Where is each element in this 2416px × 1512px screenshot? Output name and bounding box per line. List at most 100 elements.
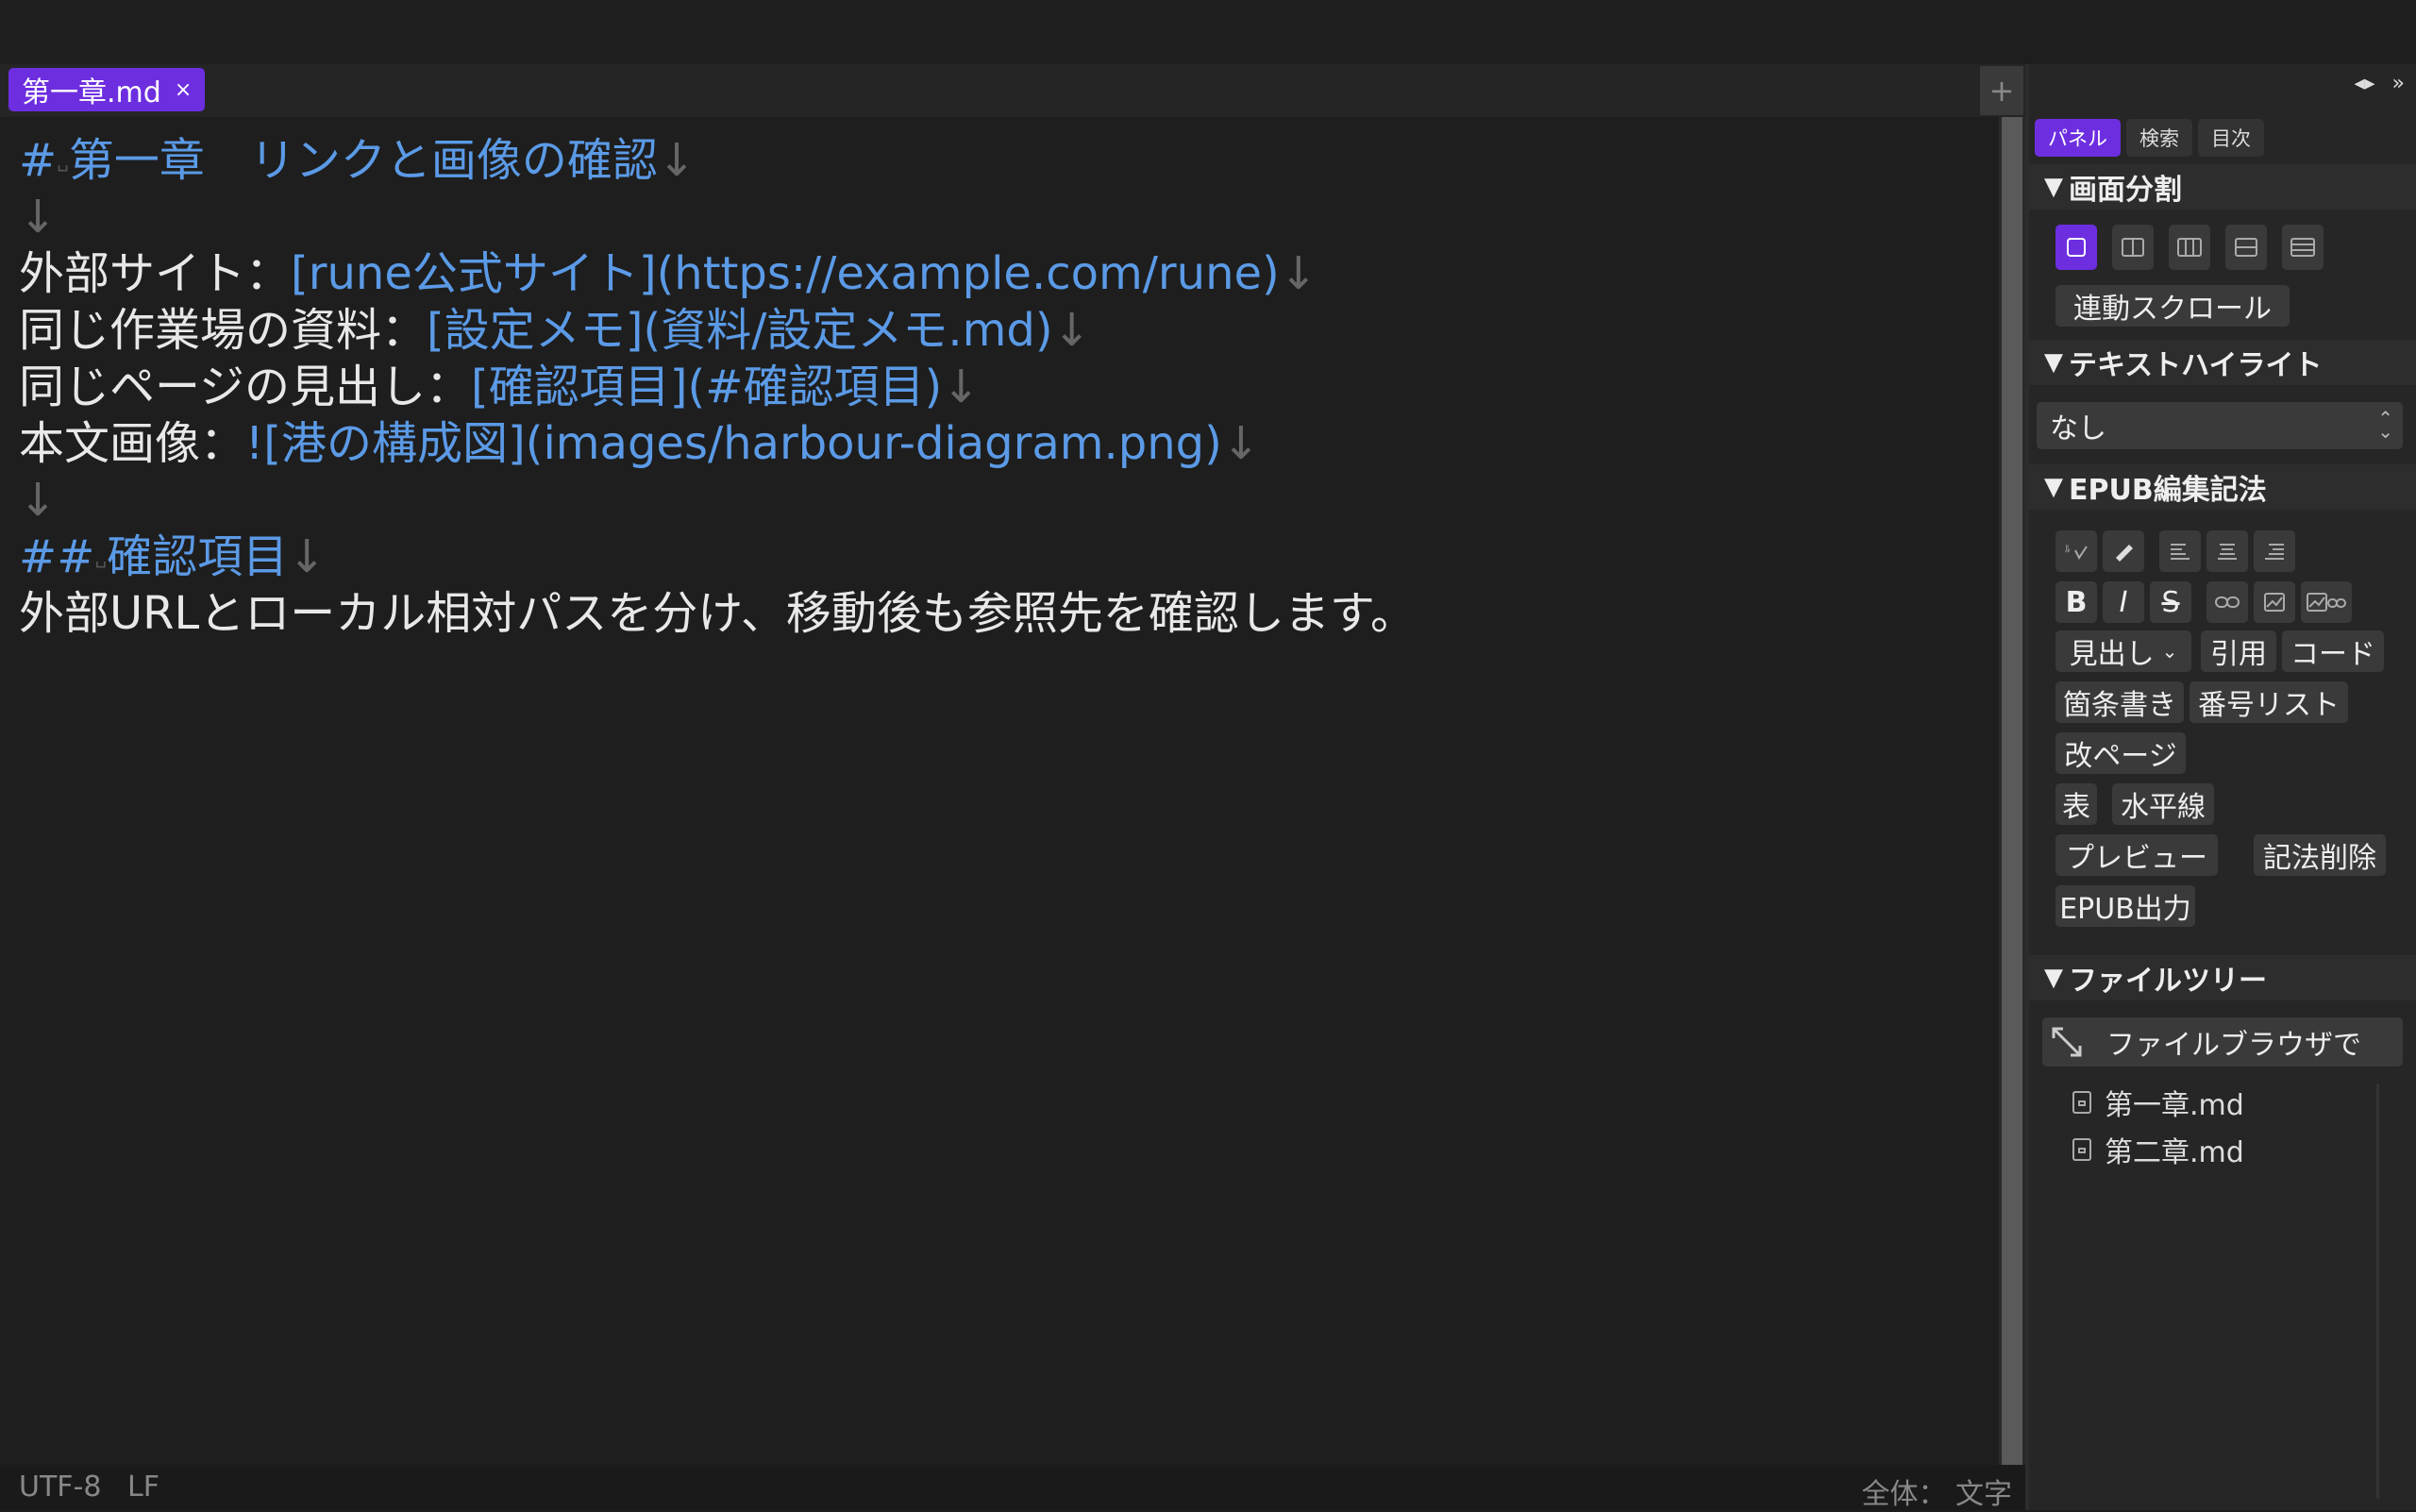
return-marker: ↓ (19, 474, 58, 527)
file-name: 第二章.md (2105, 1136, 2244, 1169)
horizontal-rule-button[interactable]: 水平線 (2112, 783, 2214, 825)
tab-chapter1[interactable]: 第一章.md × (8, 68, 206, 111)
align-right-icon (2265, 544, 2284, 560)
three-column-icon (2177, 238, 2202, 257)
collapse-triangle-icon: ▼ (2044, 173, 2063, 201)
editor-line: 外部URLとローカル相対パスを分け、移動後も参照先を確認します。 (19, 585, 1416, 642)
line-text: 同じ作業場の資料： (19, 304, 428, 357)
italic-button[interactable]: I (2103, 581, 2144, 623)
heading-dropdown[interactable]: 見出し ⌄ (2055, 630, 2191, 672)
return-marker: ↓ (288, 530, 327, 583)
editor-area[interactable]: #␣第一章 リンクと画像の確認↓ ↓ 外部サイト：[rune公式サイト](htt… (0, 117, 1999, 1465)
epub-export-button[interactable]: EPUB出力 (2055, 885, 2195, 927)
expand-arrows-icon (2052, 1027, 2082, 1057)
strike-button[interactable]: S (2150, 581, 2191, 623)
align-left-button[interactable] (2159, 530, 2201, 572)
link-button[interactable] (2206, 581, 2248, 623)
tab-search[interactable]: 検索 (2126, 119, 2192, 157)
split-horizontal2-button[interactable] (2225, 225, 2267, 270)
char-count: 全体： 文字 (1861, 1478, 2012, 1511)
side-panel: ◂▸ » パネル 検索 目次 ▼ 画面分割 連動スクロール ▼ テキストハイライト … (2029, 64, 2416, 1510)
line-text: 外部URLとローカル相対パスを分け、移動後も参照先を確認します。 (19, 587, 1417, 640)
ruby-button[interactable]: ﾙ (2055, 530, 2097, 572)
align-right-button[interactable] (2254, 530, 2295, 572)
svg-text:ﾙ: ﾙ (2065, 543, 2071, 555)
return-marker: ↓ (942, 361, 981, 413)
align-left-icon (2171, 544, 2190, 560)
link-markup[interactable]: [確認項目](#確認項目) (471, 361, 942, 413)
two-row-icon (2235, 238, 2257, 257)
heading-mark: ## (19, 530, 95, 583)
chevron-down-icon: ⌄ (2161, 640, 2178, 663)
new-tab-button[interactable]: + (1980, 66, 2023, 115)
ruby-icon: ﾙ (2065, 543, 2088, 560)
link-markup[interactable]: [rune公式サイト](https://example.com/rune) (291, 247, 1280, 300)
file-tree-item[interactable]: 第一章.md (2072, 1082, 2244, 1123)
editor-line: 同じページの見出し：[確認項目](#確認項目)↓ (19, 359, 980, 415)
collapse-triangle-icon: ▼ (2044, 473, 2063, 501)
close-icon[interactable]: × (175, 78, 192, 102)
align-center-icon (2218, 544, 2237, 560)
editor-line: ↓ (19, 189, 57, 245)
tab-panel[interactable]: パネル (2035, 119, 2121, 157)
bullet-list-button[interactable]: 箇条書き (2055, 681, 2184, 723)
preview-button[interactable]: プレビュー (2055, 834, 2218, 876)
file-icon (2072, 1091, 2091, 1114)
section-title: ファイルツリー (2069, 965, 2267, 998)
eol-indicator[interactable]: LF (127, 1470, 159, 1504)
page-break-button[interactable]: 改ページ (2055, 732, 2186, 774)
open-file-browser-label: ファイルブラウザで (2106, 1029, 2361, 1062)
file-tree-item[interactable]: 第二章.md (2072, 1129, 2244, 1170)
return-marker: ↓ (1279, 247, 1317, 300)
return-marker: ↓ (19, 191, 58, 244)
split-vertical3-button[interactable] (2169, 225, 2210, 270)
numbered-list-button[interactable]: 番号リスト (2190, 681, 2348, 723)
quote-button[interactable]: 引用 (2201, 630, 2276, 672)
editor-line: #␣第一章 リンクと画像の確認↓ (19, 132, 696, 189)
image-markup[interactable]: ![港の構成図](images/harbour-diagram.png) (245, 417, 1222, 470)
open-file-browser-button[interactable]: ファイルブラウザで (2042, 1017, 2403, 1067)
image-button[interactable] (2254, 581, 2295, 623)
code-button[interactable]: コード (2282, 630, 2384, 672)
collapse-triangle-icon: ▼ (2044, 964, 2063, 992)
three-row-icon (2290, 238, 2315, 257)
space-marker: ␣ (57, 149, 69, 172)
section-epub-header[interactable]: ▼ EPUB編集記法 (2029, 464, 2416, 510)
two-column-icon (2122, 238, 2144, 257)
align-center-button[interactable] (2206, 530, 2248, 572)
marker-icon (2116, 545, 2133, 562)
highlight-select[interactable]: なし ⌃ ⌄ (2037, 402, 2403, 449)
split-horizontal3-button[interactable] (2282, 225, 2324, 270)
tab-toc[interactable]: 目次 (2198, 119, 2264, 157)
link-markup[interactable]: [設定メモ](資料/設定メモ.md) (427, 304, 1053, 357)
file-name: 第一章.md (2105, 1089, 2244, 1122)
collapse-triangle-icon: ▼ (2044, 348, 2063, 377)
editor-scrollbar-thumb[interactable] (2002, 117, 2022, 1465)
sync-scroll-button[interactable]: 連動スクロール (2055, 285, 2290, 327)
split-vertical2-button[interactable] (2112, 225, 2154, 270)
return-marker: ↓ (657, 134, 696, 187)
bold-button[interactable]: B (2055, 581, 2097, 623)
table-button[interactable]: 表 (2055, 783, 2097, 825)
emphasis-button[interactable] (2103, 530, 2144, 572)
tree-scrollbar[interactable] (2376, 1084, 2379, 1499)
panel-swap-icon[interactable]: ◂▸ (2354, 72, 2374, 95)
split-single-button[interactable] (2055, 225, 2097, 270)
encoding-indicator[interactable]: UTF-8 (19, 1470, 101, 1504)
section-split-header[interactable]: ▼ 画面分割 (2029, 164, 2416, 210)
editor-line: ##␣確認項目↓ (19, 529, 326, 585)
editor-line: 同じ作業場の資料：[設定メモ](資料/設定メモ.md)↓ (19, 302, 1091, 359)
heading-text: 確認項目 (107, 530, 289, 583)
panel-collapse-icon[interactable]: » (2392, 72, 2405, 95)
section-highlight-header[interactable]: ▼ テキストハイライト (2029, 340, 2416, 385)
line-text: 外部サイト： (19, 247, 292, 300)
tab-label: 第一章.md (22, 76, 161, 109)
window-titlebar (0, 0, 2416, 64)
clear-markup-button[interactable]: 記法削除 (2254, 834, 2386, 876)
updown-chevron-icon: ⌃ ⌄ (2377, 407, 2393, 443)
section-tree-header[interactable]: ▼ ファイルツリー (2029, 955, 2416, 1000)
editor-line: 外部サイト：[rune公式サイト](https://example.com/ru… (19, 245, 1317, 302)
heading-text: 第一章 リンクと画像の確認 (68, 134, 658, 187)
file-icon (2072, 1138, 2091, 1161)
image-link-button[interactable] (2301, 581, 2352, 623)
